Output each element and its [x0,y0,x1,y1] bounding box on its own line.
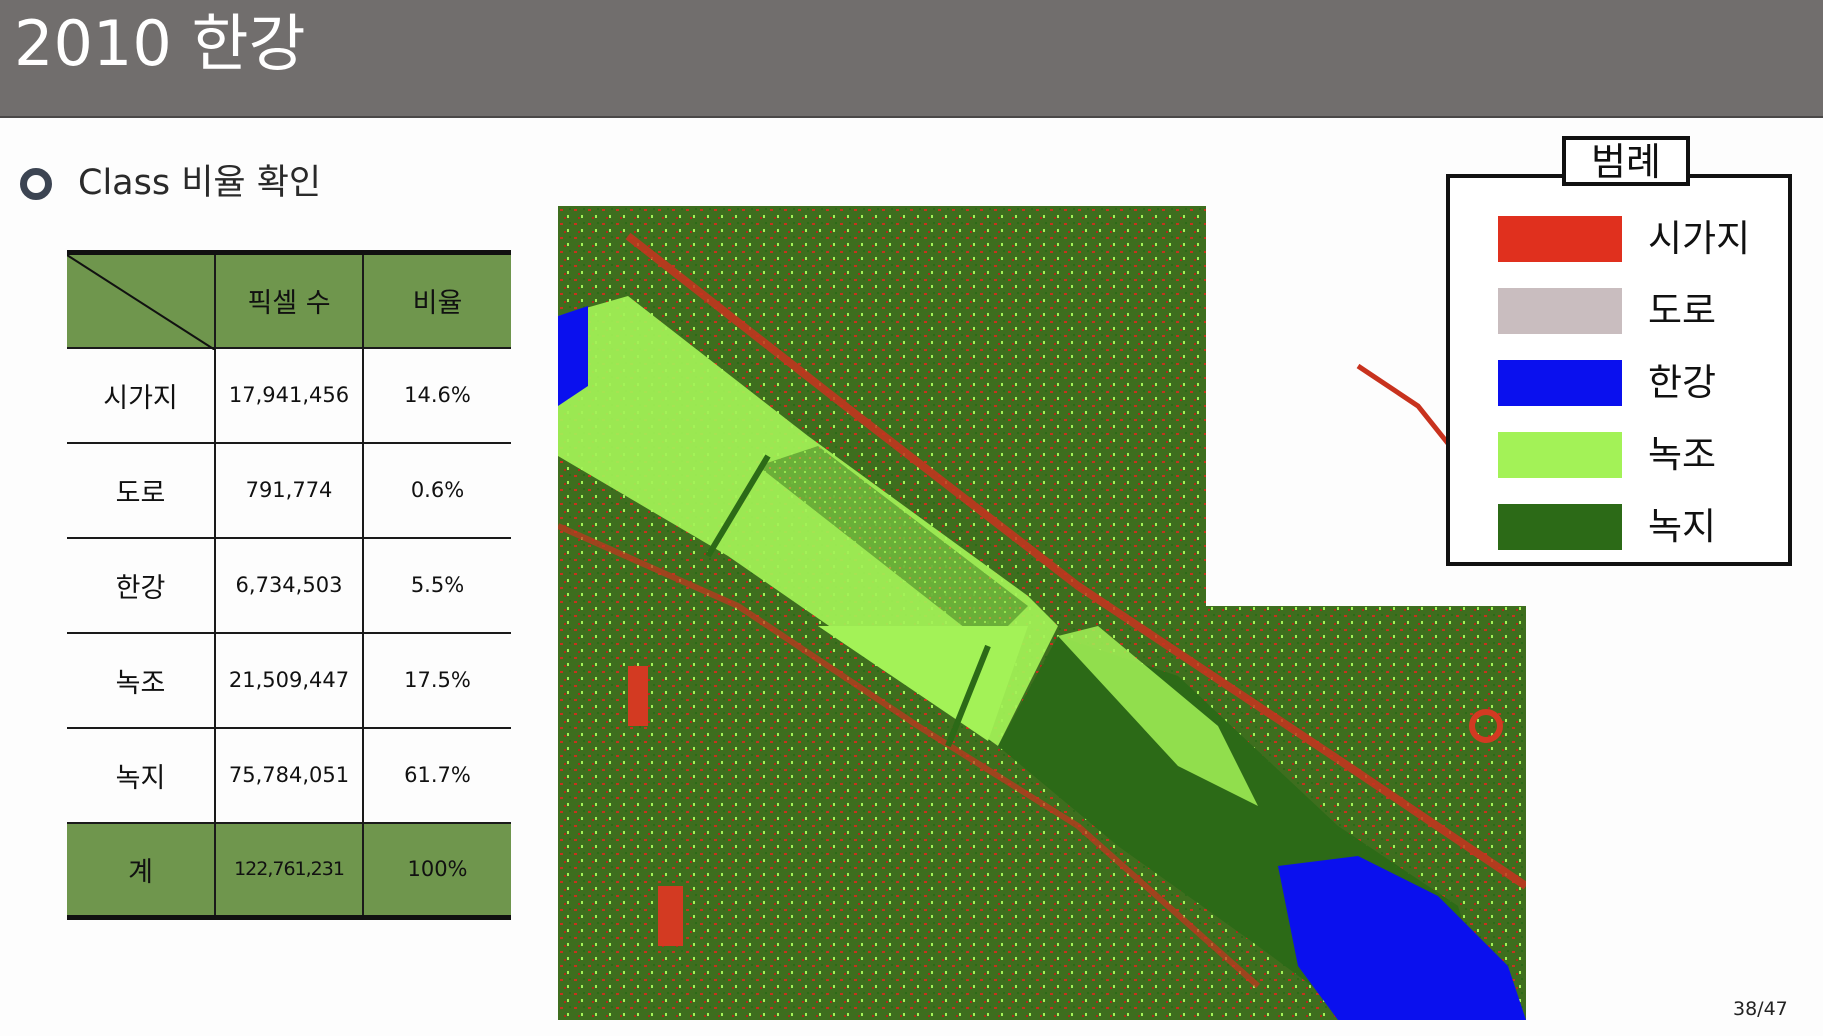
table-row: 녹지 75,784,051 61.7% [67,726,511,824]
legend-label: 시가지 [1648,217,1751,260]
table-row: 한강 6,734,503 5.5% [67,536,511,634]
table-row: 도로 791,774 0.6% [67,441,511,539]
row-ratio: 0.6% [362,441,511,539]
legend-item: 시가지 [1498,216,1798,262]
slide-title: 2010 한강 [14,7,306,80]
row-label: 시가지 [67,346,216,444]
legend-box: 범례 시가지 도로 한강 녹조 녹지 [1446,136,1792,566]
total-ratio: 100% [362,821,511,919]
legend-item: 녹지 [1498,504,1798,550]
legend-item: 한강 [1498,360,1798,406]
total-label: 계 [67,821,216,919]
legend-label: 녹조 [1648,433,1717,476]
table-total-row: 계 122,761,231 100% [67,821,511,919]
row-pixels: 21,509,447 [214,631,364,729]
road-line [1356,363,1460,458]
row-pixels: 75,784,051 [214,726,364,824]
legend-swatch [1498,360,1622,406]
slide-subtitle: Class 비율 확인 [78,163,322,203]
total-pixels: 122,761,231 [214,821,364,919]
row-pixels: 6,734,503 [214,536,364,634]
header-pixels: 픽셀 수 [214,251,364,349]
title-bar: 2010 한강 [0,0,1823,118]
urban-block [628,666,648,726]
row-ratio: 14.6% [362,346,511,444]
row-ratio: 61.7% [362,726,511,824]
class-ratio-table: 픽셀 수 비율 시가지 17,941,456 14.6% 도로 791,774 … [67,250,511,920]
page-number: 38/47 [1733,998,1788,1020]
legend-label: 한강 [1648,361,1717,404]
table-corner-cell [67,251,216,350]
row-ratio: 17.5% [362,631,511,729]
legend-swatch [1498,432,1622,478]
row-pixels: 17,941,456 [214,346,364,444]
table-header-row: 픽셀 수 비율 [67,251,511,350]
legend-swatch [1498,216,1622,262]
legend-item: 도로 [1498,288,1798,334]
header-ratio: 비율 [362,251,511,349]
legend-title: 범례 [1562,136,1690,186]
row-label: 녹조 [67,631,216,729]
table-row: 녹조 21,509,447 17.5% [67,631,511,729]
legend-item: 녹조 [1498,432,1798,478]
table-row: 시가지 17,941,456 14.6% [67,346,511,444]
bullet-icon [20,168,52,200]
diagonal-line [67,255,215,350]
legend-swatch [1498,504,1622,550]
row-label: 도로 [67,441,216,539]
legend-swatch [1498,288,1622,334]
classification-map [558,206,1526,1020]
row-ratio: 5.5% [362,536,511,634]
legend-label: 녹지 [1648,505,1717,548]
urban-block [658,886,683,946]
row-pixels: 791,774 [214,441,364,539]
row-label: 한강 [67,536,216,634]
legend-label: 도로 [1648,289,1717,332]
row-label: 녹지 [67,726,216,824]
